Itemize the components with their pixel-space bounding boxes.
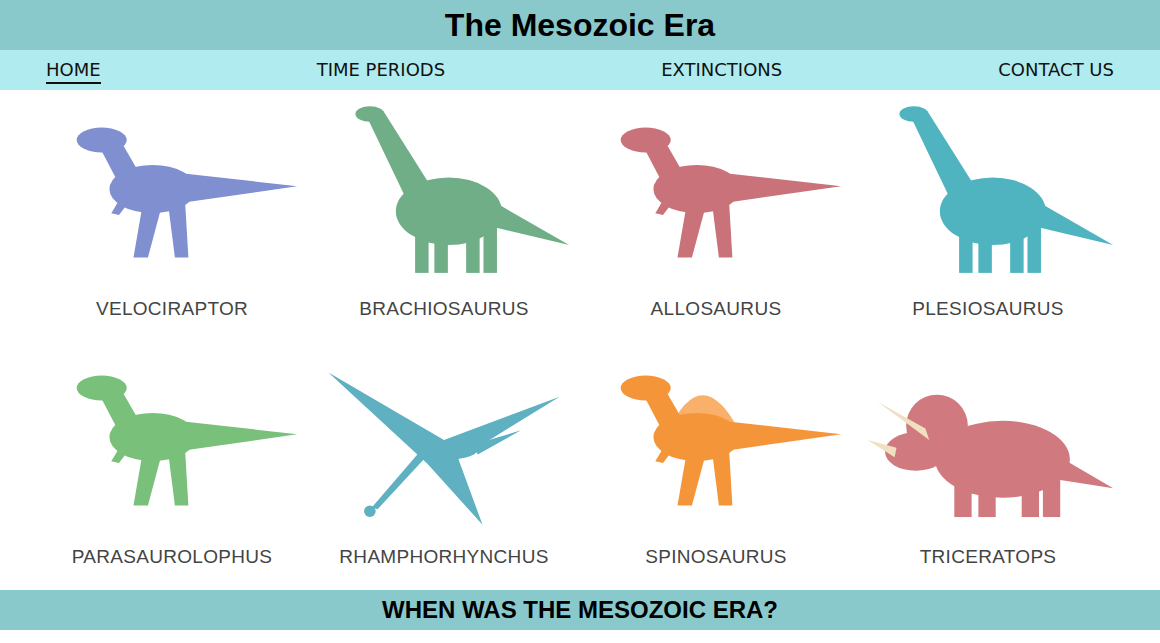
dinosaur-picture (42, 92, 302, 292)
section-banner: WHEN WAS THE MESOZOIC ERA? (0, 590, 1160, 630)
dinosaur-card[interactable]: PARASAUROLOPHUS (36, 340, 308, 570)
section-heading: WHEN WAS THE MESOZOIC ERA? (382, 596, 778, 624)
dinosaur-name: TRICERATOPS (920, 546, 1057, 570)
dinosaur-picture (42, 340, 302, 540)
dinosaur-name: PARASAUROLOPHUS (72, 546, 273, 570)
dinosaur-card[interactable]: PLESIOSAURUS (852, 92, 1124, 322)
dinosaur-name: VELOCIRAPTOR (96, 298, 248, 322)
dinosaur-name: ALLOSAURUS (651, 298, 782, 322)
nav-item[interactable]: TIME PERIODS (317, 57, 445, 84)
nav-item[interactable]: EXTINCTIONS (661, 57, 782, 84)
dinosaur-card[interactable]: VELOCIRAPTOR (36, 92, 308, 322)
dinosaur-card[interactable]: ALLOSAURUS (580, 92, 852, 322)
dinosaur-card[interactable]: TRICERATOPS (852, 340, 1124, 570)
dinosaur-name: BRACHIOSAURUS (359, 298, 529, 322)
dinosaur-card[interactable]: RHAMPHORHYNCHUS (308, 340, 580, 570)
dinosaur-picture (314, 92, 574, 292)
dinosaur-picture (586, 92, 846, 292)
dinosaur-card[interactable]: SPINOSAURUS (580, 340, 852, 570)
dinosaur-picture (586, 340, 846, 540)
page: The Mesozoic Era HOME TIME PERIODS EXTINCTI… (0, 0, 1160, 643)
dinosaur-grid: VELOCIRAPTOR BRACHIOSAURUS ALLOSAURUS PLESI… (0, 90, 1160, 590)
dinosaur-card[interactable]: BRACHIOSAURUS (308, 92, 580, 322)
site-title: The Mesozoic Era (445, 7, 715, 44)
dinosaur-picture (858, 92, 1118, 292)
dinosaur-name: PLESIOSAURUS (912, 298, 1063, 322)
dinosaur-name: SPINOSAURUS (645, 546, 787, 570)
dinosaur-name: RHAMPHORHYNCHUS (339, 546, 548, 570)
nav-item[interactable]: HOME (46, 57, 101, 84)
dinosaur-picture (858, 340, 1118, 540)
site-header: The Mesozoic Era (0, 0, 1160, 50)
nav-bar: HOME TIME PERIODS EXTINCTIONS CONTACT US (0, 50, 1160, 90)
nav-item[interactable]: CONTACT US (998, 57, 1114, 84)
dinosaur-picture (314, 340, 574, 540)
